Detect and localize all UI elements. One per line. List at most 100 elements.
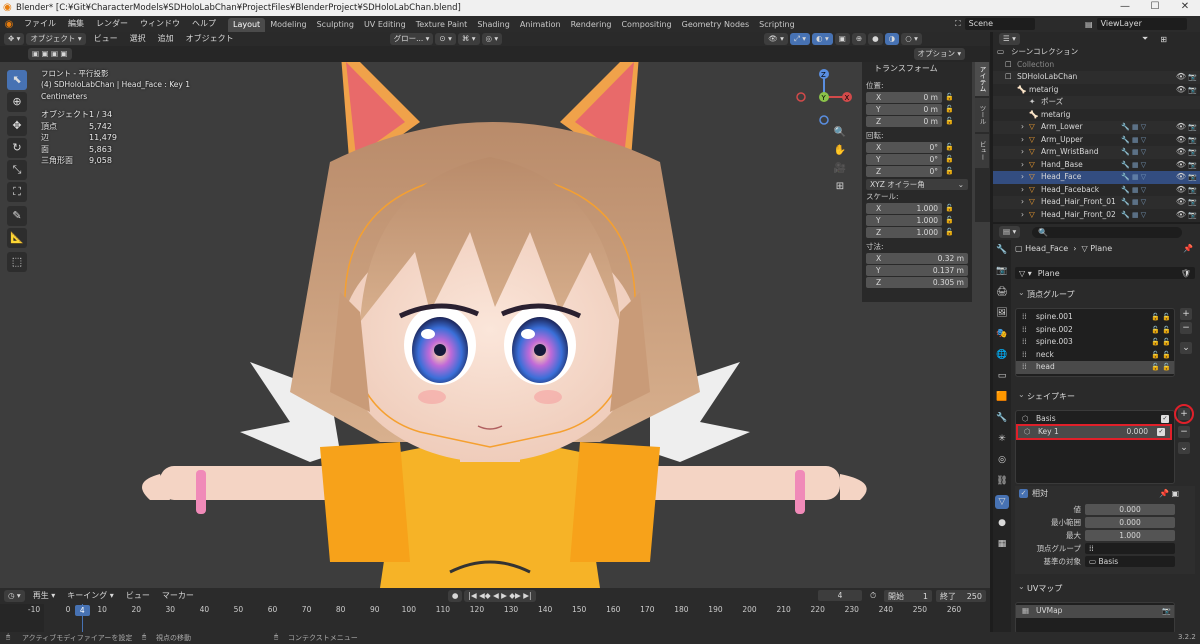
rotation-field-z[interactable]: Z 0° 🔓	[866, 166, 954, 177]
lock-icon[interactable]: 🔓	[1162, 324, 1171, 337]
outliner-editor-type-button[interactable]: ☰ ▾	[999, 33, 1020, 45]
properties-editor-type-button[interactable]: ▤ ▾	[999, 226, 1021, 238]
vertex-group-item[interactable]: ⁞⁞ spine.002 🔓 🔓	[1016, 324, 1174, 337]
sidebar-tab-1[interactable]: ツール	[975, 98, 989, 132]
mesh-data-tab-icon[interactable]: ▽	[995, 495, 1009, 509]
vertex-group-menu-button[interactable]: ⌄	[1180, 342, 1192, 354]
vertex-group-item[interactable]: ⁞⁞ spine.003 🔓 🔓	[1016, 336, 1174, 349]
grid-icon[interactable]: ⊞	[833, 178, 847, 196]
expand-arrow-icon[interactable]: ›	[1021, 159, 1024, 172]
outliner-row[interactable]: › ▽ Arm_Lower 🔧 ▦ ▽ 👁 📷	[993, 121, 1200, 134]
viewport-menu-0[interactable]: ビュー	[88, 31, 124, 47]
measure-tool-icon[interactable]: 📐	[7, 228, 27, 248]
scale-field-z[interactable]: Z 1.000 🔓	[866, 227, 954, 238]
maximize-button[interactable]: ☐	[1140, 1, 1170, 12]
constraints-tab-icon[interactable]: ⛓	[995, 474, 1009, 488]
end-frame-field[interactable]: 終了 250	[936, 590, 986, 602]
lock-icon[interactable]: 🔓	[1162, 349, 1171, 362]
vertex-group-item[interactable]: ⁞⁞ neck 🔓 🔓	[1016, 349, 1174, 362]
mode-dropdown[interactable]: オブジェクト ▾	[26, 33, 86, 45]
shading-solid-button[interactable]: ●	[868, 33, 883, 45]
lock-icon[interactable]: 🔓	[1151, 361, 1160, 374]
remove-vertex-group-button[interactable]: −	[1180, 322, 1192, 334]
start-frame-field[interactable]: 開始 1	[884, 590, 932, 602]
render-camera-icon[interactable]: 📷	[1188, 159, 1197, 172]
physics-tab-icon[interactable]: ◎	[995, 453, 1009, 467]
lock-icon[interactable]: 🔓	[945, 215, 954, 226]
object-tab-icon[interactable]: 🟧	[995, 390, 1009, 404]
visibility-eye-icon[interactable]: 👁	[1176, 196, 1186, 209]
workspace-tab-5[interactable]: Shading	[472, 18, 515, 32]
render-camera-icon[interactable]: 📷	[1188, 121, 1197, 134]
rotate-tool-icon[interactable]: ↻	[7, 138, 27, 158]
current-frame-field[interactable]: 4	[818, 590, 862, 601]
expand-arrow-icon[interactable]: ›	[1021, 196, 1024, 209]
outliner-row[interactable]: ✦ ポーズ	[993, 96, 1200, 109]
timeline[interactable]: -10 0 10 20 30 40 50 60 70 80 90 100 110 120 130 140 150…	[0, 604, 990, 632]
new-collection-icon[interactable]: ⊞	[1160, 35, 1167, 44]
close-button[interactable]: ✕	[1170, 1, 1200, 12]
workspace-tab-3[interactable]: UV Editing	[359, 18, 411, 32]
collection-tab-icon[interactable]: ▭	[995, 369, 1009, 383]
vertex-group-item[interactable]: ⁞⁞ spine.001 🔓 🔓	[1016, 311, 1174, 324]
lock-icon[interactable]: 🔓	[1151, 349, 1160, 362]
modifier-tab-icon[interactable]: 🔧	[995, 411, 1009, 425]
timeline-menu-2[interactable]: ビュー	[120, 588, 156, 604]
dimensions-field-z[interactable]: Z 0.305 m	[866, 277, 968, 288]
menu-item-2[interactable]: レンダー	[90, 16, 134, 32]
visibility-eye-icon[interactable]: 👁	[1176, 134, 1186, 147]
gizmo-button[interactable]: ⤢ ▾	[789, 33, 811, 45]
render-camera-icon[interactable]: 📷	[1188, 84, 1197, 97]
record-button[interactable]: ●	[447, 590, 463, 602]
visibility-eye-icon[interactable]: 👁	[1176, 121, 1186, 134]
orientation-dropdown[interactable]: グロー... ▾	[389, 33, 434, 45]
3d-viewport[interactable]: フロント - 平行投影 (4) SDHoloLabChan | Head_Fac…	[0, 62, 990, 588]
render-camera-icon[interactable]: 📷	[1188, 171, 1197, 184]
location-field-z[interactable]: Z 0 m 🔓	[866, 116, 954, 127]
visibility-eye-icon[interactable]: 👁	[1176, 159, 1186, 172]
shape-key-mute-checkbox[interactable]: ✓	[1161, 415, 1169, 423]
visibility-eye-icon[interactable]: 👁	[1176, 146, 1186, 159]
select-tool-icon[interactable]: ⬉	[7, 70, 27, 90]
shading-rendered-button[interactable]: ○ ▾	[901, 33, 922, 45]
zoom-icon[interactable]: 🔍	[833, 124, 847, 142]
xray-button[interactable]: ▣	[834, 33, 850, 45]
outliner-row[interactable]: › ▽ Head_Faceback 🔧 ▦ ▽ 👁 📷	[993, 184, 1200, 197]
field-value[interactable]: 1.000	[1085, 530, 1175, 541]
fake-user-icon[interactable]: 🛡	[1181, 269, 1191, 278]
render-camera-icon[interactable]: 📷	[1188, 196, 1197, 209]
playhead-label[interactable]: 4	[74, 605, 90, 616]
relative-to-field[interactable]: ▭ Basis	[1085, 556, 1175, 567]
lock-icon[interactable]: 🔓	[945, 203, 954, 214]
timeline-menu-1[interactable]: キーイング ▾	[61, 588, 120, 604]
rotation-mode-dropdown[interactable]: XYZ オイラー角 ⌄	[866, 179, 968, 190]
snap-button[interactable]: ⌘ ▾	[457, 33, 480, 45]
outliner-row[interactable]: ☐ SDHoloLabChan 👁 📷	[993, 71, 1200, 84]
location-field-x[interactable]: X 0 m 🔓	[866, 92, 954, 103]
outliner-row[interactable]: 🦴 metarig 👁 📷	[993, 84, 1200, 97]
filter-icon[interactable]: ⏷	[1142, 34, 1148, 44]
expand-arrow-icon[interactable]: ›	[1021, 146, 1024, 159]
outliner-row[interactable]: › ▽ Arm_Upper 🔧 ▦ ▽ 👁 📷	[993, 134, 1200, 147]
viewport-menu-2[interactable]: 追加	[152, 31, 180, 47]
viewport-menu-3[interactable]: オブジェクト	[180, 31, 240, 47]
outliner-row[interactable]: › ▽ Hand_Base 🔧 ▦ ▽ 👁 📷	[993, 159, 1200, 172]
shape-key-value[interactable]: 0.000	[1127, 426, 1148, 439]
workspace-tab-10[interactable]: Scripting	[754, 18, 800, 32]
lock-icon[interactable]: 🔓	[945, 92, 954, 103]
scene-tab-icon[interactable]: 🎭	[995, 327, 1009, 341]
shape-key-menu-button[interactable]: ⌄	[1178, 442, 1190, 454]
add-shape-key-button[interactable]: +	[1178, 408, 1190, 420]
move-tool-icon[interactable]: ✥	[7, 116, 27, 136]
blender-menu-icon[interactable]: ◉	[0, 19, 18, 30]
lock-icon[interactable]: 🔓	[945, 166, 954, 177]
lock-icon[interactable]: 🔓	[945, 227, 954, 238]
sidebar-tab-2[interactable]: ビュー	[975, 134, 989, 168]
particles-tab-icon[interactable]: ✳	[995, 432, 1009, 446]
workspace-tab-8[interactable]: Compositing	[616, 18, 676, 32]
mesh-datablock-field[interactable]: ▽ ▾ Plane 🛡	[1015, 267, 1195, 279]
pin-icon[interactable]: 📌	[1183, 244, 1193, 253]
timeline-menu-3[interactable]: マーカー	[156, 588, 200, 604]
properties-search-input[interactable]: 🔍	[1032, 226, 1183, 238]
expand-arrow-icon[interactable]: ›	[1021, 121, 1024, 134]
